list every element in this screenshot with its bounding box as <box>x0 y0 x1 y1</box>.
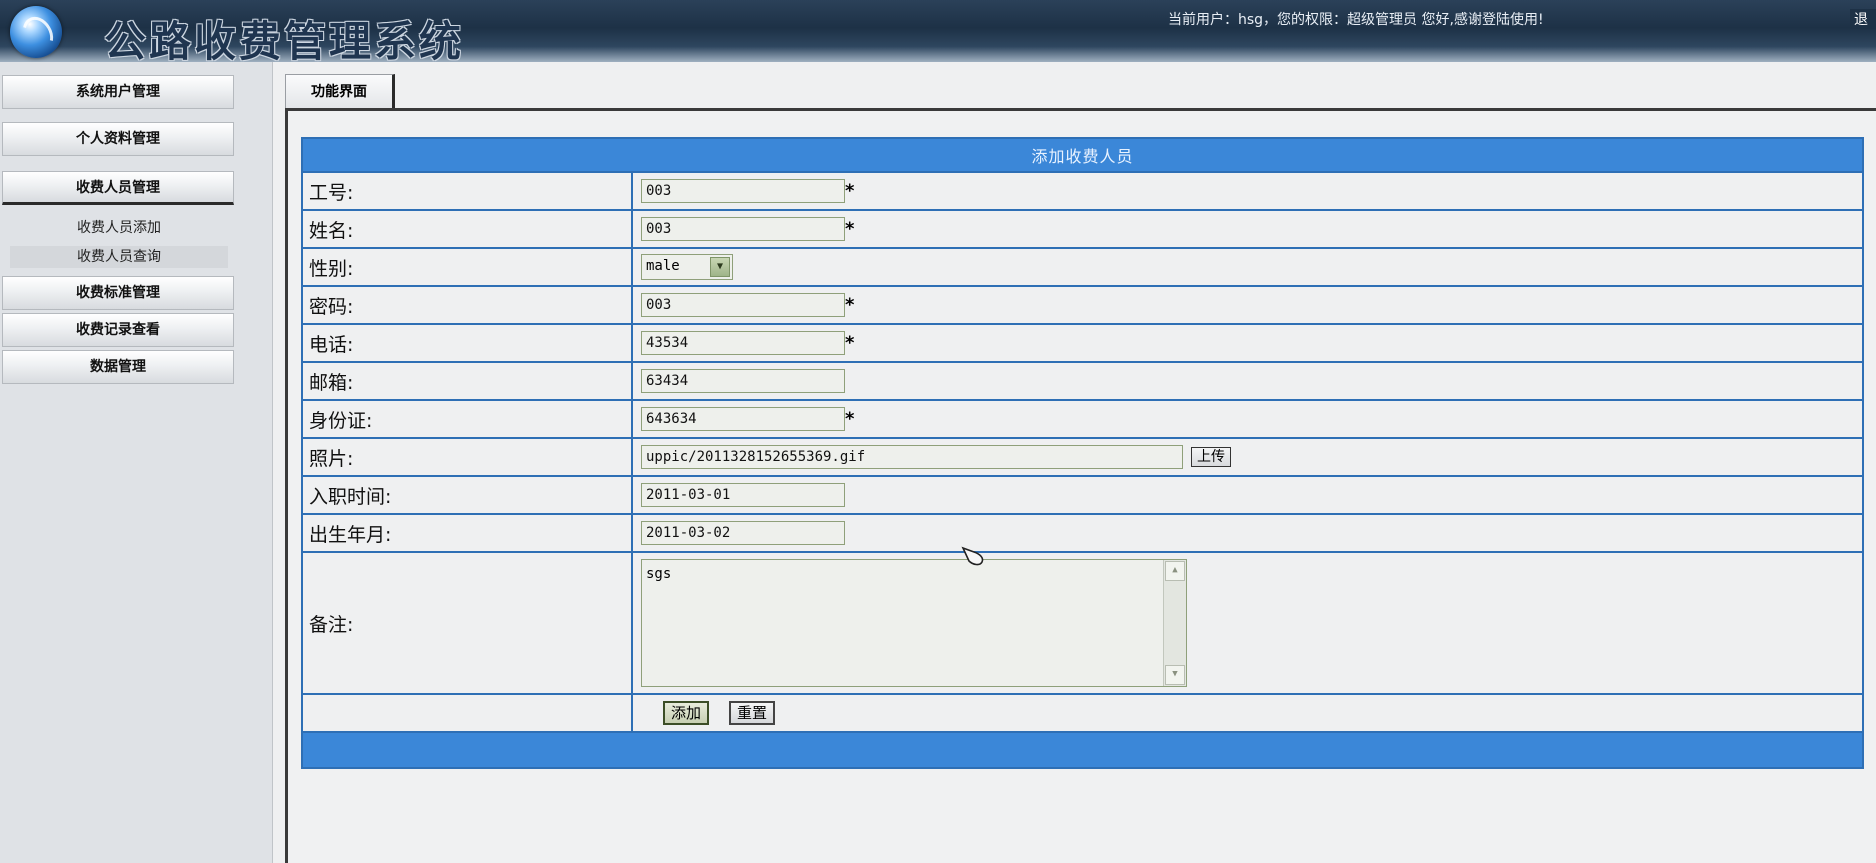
row-birth-date: 出生年月: 2011-03-02 <box>301 513 1864 553</box>
menu-toll-records[interactable]: 收费记录查看 <box>2 313 234 347</box>
globe-logo-icon <box>10 6 62 58</box>
menu-toll-standard[interactable]: 收费标准管理 <box>2 276 234 310</box>
row-gender: 性别: male ▼ <box>301 247 1864 287</box>
system-title: 公路收费管理系统 <box>104 17 465 62</box>
birth-date-label: 出生年月: <box>301 513 633 553</box>
current-user-info: 当前用户：hsg，您的权限：超级管理员 您好,感谢登陆使用! <box>1168 12 1544 28</box>
id-card-label: 身份证: <box>301 399 633 439</box>
logout-link[interactable]: 退 <box>1850 9 1876 29</box>
required-mark: * <box>845 180 855 202</box>
remark-textarea[interactable]: sgs ▲ ▼ <box>641 559 1187 687</box>
gender-selected-value: male <box>646 258 680 274</box>
submenu-query-toll-staff[interactable]: 收费人员查询 <box>10 246 228 268</box>
password-input[interactable]: 003 <box>641 293 845 317</box>
employee-id-input[interactable]: 003 <box>641 179 845 203</box>
row-actions: 添加 重置 <box>301 693 1864 733</box>
row-name: 姓名: 003 * <box>301 209 1864 249</box>
menu-data-management[interactable]: 数据管理 <box>2 350 234 384</box>
remark-text: sgs <box>646 566 672 582</box>
row-hire-date: 入职时间: 2011-03-01 <box>301 475 1864 515</box>
tab-function-page[interactable]: 功能界面 <box>285 74 395 109</box>
password-label: 密码: <box>301 285 633 325</box>
menu-personal-profile[interactable]: 个人资料管理 <box>2 122 234 156</box>
header-bar: 公路收费管理系统 当前用户：hsg，您的权限：超级管理员 您好,感谢登陆使用! … <box>0 0 1876 62</box>
chevron-down-icon[interactable]: ▼ <box>710 257 730 277</box>
id-card-input[interactable]: 643634 <box>641 407 845 431</box>
phone-input[interactable]: 43534 <box>641 331 845 355</box>
scroll-down-icon[interactable]: ▼ <box>1165 665 1185 685</box>
gender-label: 性别: <box>301 247 633 287</box>
gender-select[interactable]: male ▼ <box>641 254 733 280</box>
menu-toll-staff[interactable]: 收费人员管理 <box>2 171 234 205</box>
row-employee-id: 工号: 003 * <box>301 171 1864 211</box>
photo-path-input[interactable]: uppic/2011328152655369.gif <box>641 445 1183 469</box>
hire-date-label: 入职时间: <box>301 475 633 515</box>
employee-id-label: 工号: <box>301 171 633 211</box>
photo-label: 照片: <box>301 437 633 477</box>
submenu-add-toll-staff[interactable]: 收费人员添加 <box>10 217 228 239</box>
row-remark: 备注: sgs ▲ ▼ <box>301 551 1864 695</box>
row-password: 密码: 003 * <box>301 285 1864 325</box>
mouse-cursor-icon <box>961 546 984 566</box>
row-phone: 电话: 43534 * <box>301 323 1864 363</box>
required-mark: * <box>845 408 855 430</box>
row-email: 邮箱: 63434 <box>301 361 1864 401</box>
upload-button[interactable]: 上传 <box>1191 447 1231 467</box>
required-mark: * <box>845 332 855 354</box>
add-button[interactable]: 添加 <box>663 701 710 725</box>
name-label: 姓名: <box>301 209 633 249</box>
row-photo: 照片: uppic/2011328152655369.gif 上传 <box>301 437 1864 477</box>
form-title: 添加收费人员 <box>301 137 1864 173</box>
hire-date-input[interactable]: 2011-03-01 <box>641 483 845 507</box>
add-staff-form: 添加收费人员 工号: 003 * 姓名: 003 * 性别: male ▼ 密码: 0… <box>301 137 1864 769</box>
remark-label: 备注: <box>301 551 633 695</box>
birth-date-input[interactable]: 2011-03-02 <box>641 521 845 545</box>
remark-scrollbar[interactable]: ▲ ▼ <box>1163 560 1186 686</box>
form-footer-bar <box>301 731 1864 769</box>
name-input[interactable]: 003 <box>641 217 845 241</box>
required-mark: * <box>845 218 855 240</box>
row-id-card: 身份证: 643634 * <box>301 399 1864 439</box>
reset-button[interactable]: 重置 <box>729 701 776 725</box>
phone-label: 电话: <box>301 323 633 363</box>
required-mark: * <box>845 294 855 316</box>
email-input[interactable]: 63434 <box>641 369 845 393</box>
scroll-up-icon[interactable]: ▲ <box>1165 561 1185 581</box>
email-label: 邮箱: <box>301 361 633 401</box>
actions-label-empty <box>301 693 633 733</box>
menu-system-users[interactable]: 系统用户管理 <box>2 75 234 109</box>
